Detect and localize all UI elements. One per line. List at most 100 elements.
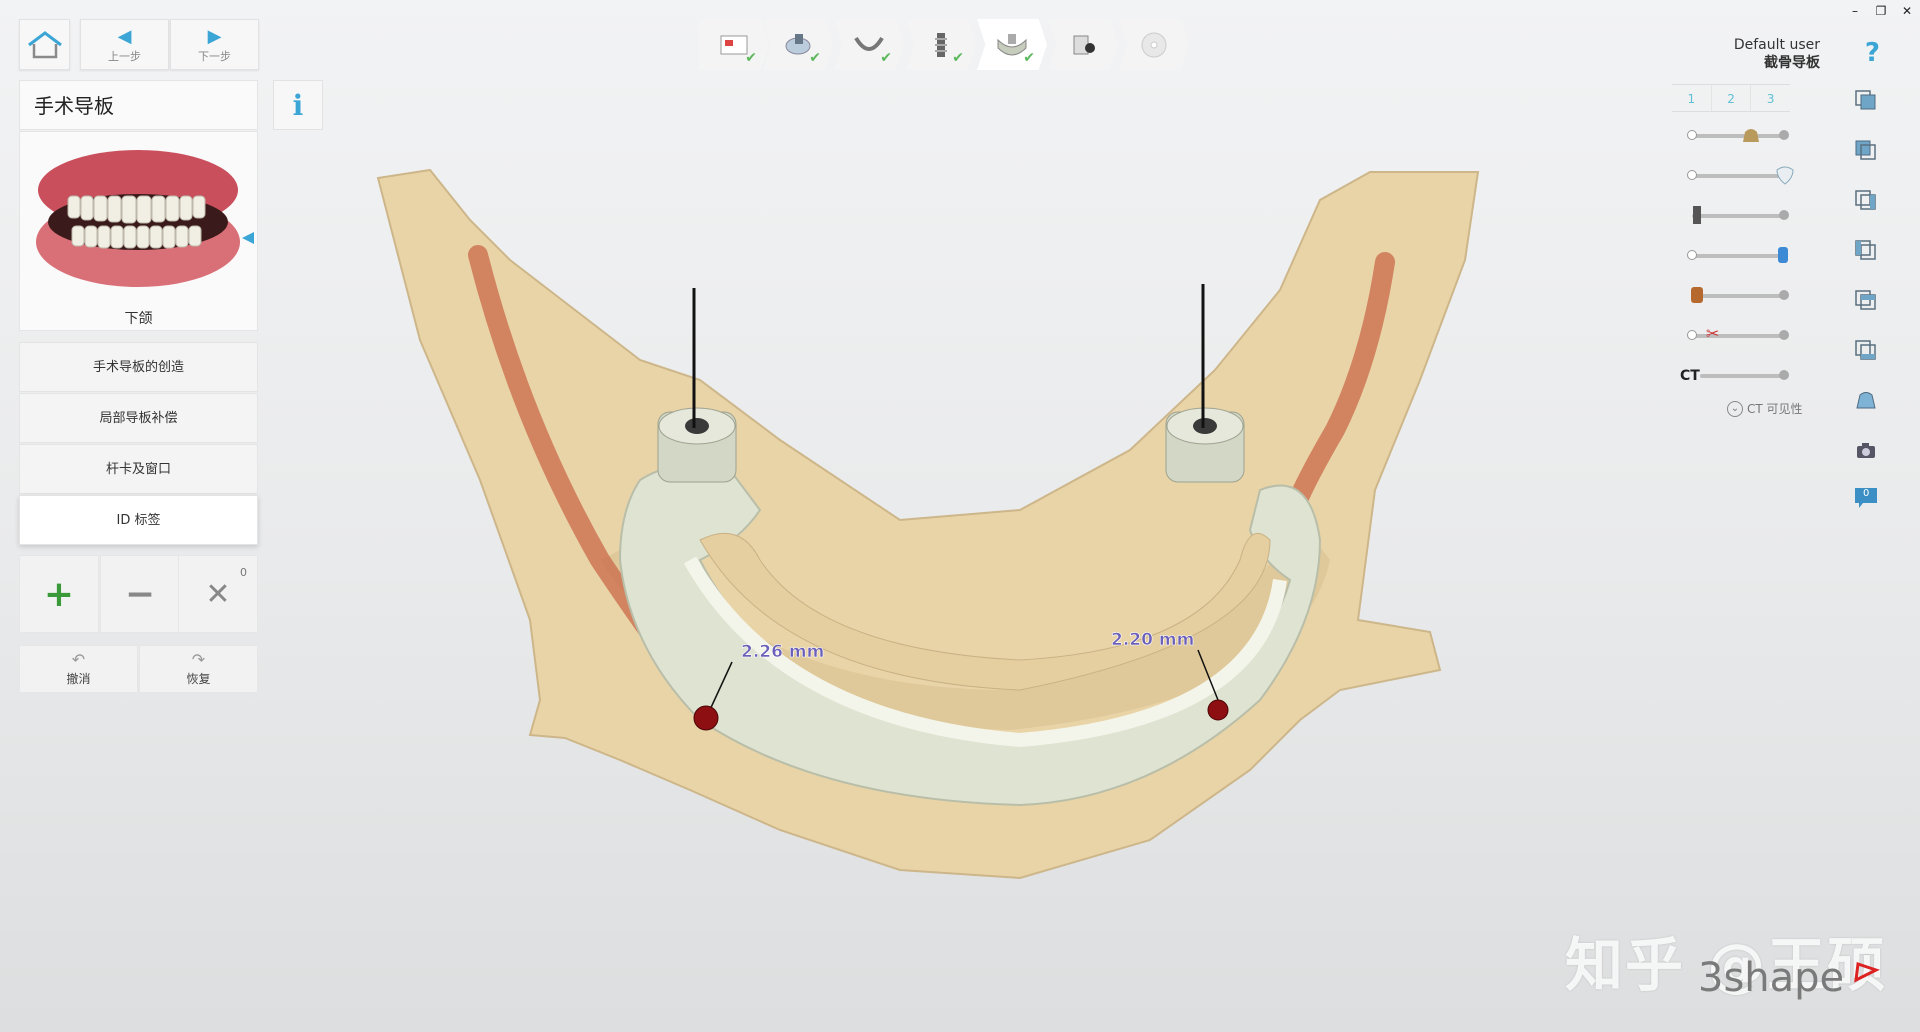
minus-icon: −	[124, 573, 156, 615]
step-scan[interactable]: ✔	[763, 19, 833, 70]
guide-sleeve-left	[657, 407, 737, 483]
step-prescription[interactable]: ✔	[699, 19, 769, 70]
check-icon: ✔	[745, 50, 757, 66]
view-back-button[interactable]	[1848, 132, 1884, 168]
measurement-right: 2.20 mm	[1111, 630, 1194, 650]
restore-button[interactable]: ❐	[1868, 0, 1894, 22]
opacity-slider-implant[interactable]	[1692, 206, 1789, 224]
ct-visibility-toggle[interactable]: ⌄ CT 可见性	[1727, 400, 1803, 417]
view-front-button[interactable]	[1848, 82, 1884, 118]
measure-point-right[interactable]	[1207, 699, 1229, 721]
remove-button[interactable]: −	[100, 555, 180, 633]
tab-2[interactable]: 2	[1712, 85, 1752, 111]
tool-icon	[1073, 35, 1095, 54]
project-name: 截骨导板	[1764, 55, 1820, 71]
measurement-left: 2.26 mm	[741, 642, 824, 662]
back-label: 上一步	[108, 50, 141, 63]
step-implant[interactable]: ✔	[906, 19, 976, 70]
jaw-thumbnail[interactable]: 下颌	[19, 131, 258, 331]
next-button[interactable]: ▶ 下一步	[170, 19, 259, 70]
opacity-slider-ct[interactable]	[1700, 370, 1789, 380]
notes-count: 0	[1863, 488, 1870, 499]
slider-knob[interactable]	[1687, 250, 1697, 260]
redo-button[interactable]: ↷ 恢复	[139, 645, 258, 693]
panel-title: 手术导板	[19, 80, 258, 130]
model-icon	[1743, 129, 1759, 142]
view-left-button[interactable]	[1848, 182, 1884, 218]
window-controls: – ❐ ✕	[1842, 0, 1920, 22]
undo-icon: ↶	[71, 650, 86, 669]
tab-1[interactable]: 1	[1672, 85, 1712, 111]
menu-item-partial-compensation[interactable]: 局部导板补偿	[19, 393, 258, 443]
cube-left-icon	[1855, 190, 1876, 210]
opacity-slider-bone[interactable]	[1691, 287, 1789, 303]
cube-front-icon	[1855, 90, 1876, 110]
cube-right-icon	[1855, 240, 1876, 260]
menu-item-create-guide[interactable]: 手术导板的创造	[19, 342, 258, 392]
measure-point-left[interactable]	[693, 705, 719, 731]
ct-visibility-label: CT 可见性	[1747, 402, 1803, 416]
slider-end	[1779, 130, 1789, 140]
disc-icon	[1141, 32, 1167, 57]
brand-logo: 3shape	[1698, 955, 1845, 1001]
slider-knob[interactable]	[1687, 170, 1697, 180]
help-icon[interactable]: ?	[1865, 38, 1880, 68]
info-icon: i	[292, 88, 304, 122]
implant-icon	[1693, 206, 1701, 224]
view-bottom-button[interactable]	[1848, 332, 1884, 368]
back-button[interactable]: ◀ 上一步	[80, 19, 169, 70]
opacity-slider-cut[interactable]: ✂	[1687, 324, 1789, 343]
opacity-slider-model[interactable]	[1687, 129, 1789, 142]
check-icon: ✔	[952, 50, 964, 66]
view-3d-button[interactable]	[1848, 382, 1884, 418]
cube-top-icon	[1855, 290, 1876, 310]
slider-end	[1779, 330, 1789, 340]
ct-label: CT	[1680, 368, 1700, 384]
delete-count: 0	[240, 566, 247, 579]
cylinder-icon	[1778, 247, 1788, 263]
denture-image	[36, 150, 254, 287]
cube-back-icon	[1855, 140, 1876, 160]
menu-item-bar-windows[interactable]: 杆卡及窗口	[19, 444, 258, 494]
step-guide[interactable]: ✔	[977, 19, 1047, 70]
close-button[interactable]: ✕	[1894, 0, 1920, 22]
opacity-slider-sleeve[interactable]	[1687, 247, 1788, 263]
x-icon: ✕	[205, 576, 231, 612]
delete-button[interactable]: ✕ 0	[178, 555, 258, 633]
home-button[interactable]	[19, 19, 70, 70]
notes-button[interactable]: 0	[1848, 480, 1884, 516]
step-export[interactable]	[1048, 19, 1118, 70]
cube-bottom-icon	[1855, 340, 1876, 360]
menu-item-id-label[interactable]: ID 标签	[19, 495, 258, 545]
add-button[interactable]: +	[19, 555, 99, 633]
info-button[interactable]: i	[273, 80, 323, 130]
3d-viewport[interactable]: 2.26 mm 2.20 mm	[340, 160, 1500, 900]
snapshot-button[interactable]	[1848, 432, 1884, 468]
brand-mark-icon	[1854, 961, 1880, 983]
thumbnail-label: 下颌	[124, 311, 153, 327]
redo-label: 恢复	[186, 672, 211, 686]
view-tabs: 1 2 3	[1672, 84, 1790, 112]
slider-knob[interactable]	[1687, 130, 1697, 140]
step-jaw[interactable]: ✔	[834, 19, 904, 70]
undo-button[interactable]: ↶ 撤消	[19, 645, 138, 693]
slider-knob[interactable]	[1687, 330, 1697, 340]
arrow-left-icon: ◀	[117, 26, 132, 47]
slider-end	[1779, 370, 1789, 380]
slider-end	[1779, 210, 1789, 220]
tooth-icon	[1776, 166, 1794, 185]
opacity-slider-tooth[interactable]	[1687, 166, 1794, 185]
view-right-button[interactable]	[1848, 232, 1884, 268]
undo-label: 撤消	[66, 672, 91, 686]
arrow-right-icon: ▶	[207, 26, 222, 47]
minimize-button[interactable]: –	[1842, 0, 1868, 22]
model-view-icon	[1856, 392, 1876, 409]
user-info: Default user 截骨导板	[1734, 36, 1820, 72]
tab-3[interactable]: 3	[1751, 85, 1790, 111]
step-disc[interactable]	[1119, 19, 1189, 70]
camera-icon	[1857, 443, 1875, 458]
plus-icon: +	[43, 573, 75, 615]
check-icon: ✔	[809, 50, 821, 66]
view-top-button[interactable]	[1848, 282, 1884, 318]
slider-end	[1779, 290, 1789, 300]
